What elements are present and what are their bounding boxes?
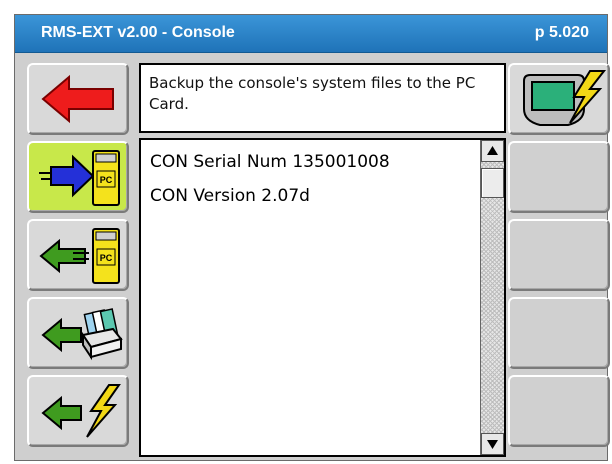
file-box-icon xyxy=(41,308,123,361)
restore-power-button[interactable] xyxy=(27,375,129,447)
scroll-up-button[interactable] xyxy=(481,140,504,162)
console-power-button[interactable] xyxy=(508,63,610,135)
receive-from-pc-card-icon: PC xyxy=(39,228,120,284)
blank-button-4[interactable] xyxy=(508,375,610,447)
page-number: p 5.020 xyxy=(534,24,589,41)
window-title: RMS-EXT v2.00 - Console xyxy=(41,24,235,41)
list-item: CON Version 2.07d xyxy=(150,186,310,206)
pc-card-label: PC xyxy=(100,175,113,185)
info-list: CON Serial Num 135001008 CON Version 2.0… xyxy=(139,138,506,457)
restore-files-button[interactable] xyxy=(27,297,129,369)
vertical-scrollbar[interactable] xyxy=(480,140,504,455)
arrow-up-icon xyxy=(487,146,498,155)
blank-button-3[interactable] xyxy=(508,297,610,369)
scroll-down-button[interactable] xyxy=(481,433,504,455)
restore-from-pc-card-button[interactable]: PC xyxy=(27,219,129,291)
title-bar: RMS-EXT v2.00 - Console p 5.020 xyxy=(15,15,607,53)
console-lightning-icon xyxy=(523,70,607,126)
backup-to-pc-card-button[interactable]: PC xyxy=(27,141,129,213)
scroll-thumb[interactable] xyxy=(481,168,504,198)
blank-button-2[interactable] xyxy=(508,219,610,291)
back-arrow-icon xyxy=(41,74,114,124)
arrow-down-icon xyxy=(487,440,498,449)
send-to-pc-card-icon: PC xyxy=(39,150,120,206)
list-item: CON Serial Num 135001008 xyxy=(150,152,390,172)
instruction-message: Backup the console's system files to the… xyxy=(139,63,506,133)
blank-button-1[interactable] xyxy=(508,141,610,213)
console-window: RMS-EXT v2.00 - Console p 5.020 PC PC Ba… xyxy=(14,14,610,461)
pc-card-label: PC xyxy=(100,253,113,263)
lightning-icon xyxy=(41,384,121,438)
back-button[interactable] xyxy=(27,63,129,135)
